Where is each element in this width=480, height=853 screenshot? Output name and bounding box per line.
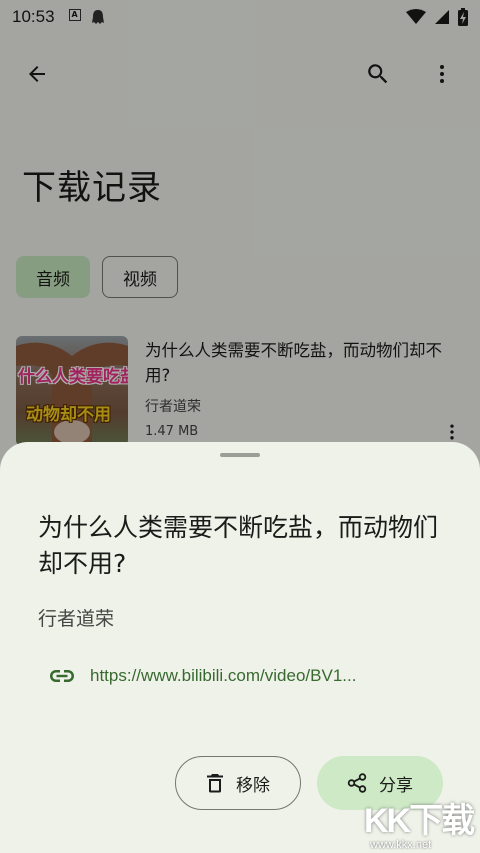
remove-button[interactable]: 移除 [175,756,301,810]
remove-label: 移除 [236,775,270,796]
sheet-title: 为什么人类需要不断吃盐，而动物们却不用? [38,513,439,578]
drag-handle[interactable] [220,453,260,457]
watermark-main: KK下载 [364,802,475,840]
video-link[interactable]: https://www.bilibili.com/video/BV1... [48,666,356,686]
sheet-author: 行者道荣 [38,608,115,630]
bottom-sheet: 为什么人类需要不断吃盐，而动物们却不用? 行者道荣 https://www.bi… [0,442,480,853]
link-text: https://www.bilibili.com/video/BV1... [90,666,357,685]
watermark-logo: KK下载 www.kkx.net [360,793,480,853]
watermark-url: www.kkx.net [370,839,432,851]
trash-icon [207,774,223,793]
share-icon [347,773,367,793]
screen: 10:53 A 下载记录 音频 视频 什么人类要吃盐 动物却不用 为什么人类需要… [0,0,480,853]
link-icon [50,670,74,682]
share-label: 分享 [379,775,413,796]
